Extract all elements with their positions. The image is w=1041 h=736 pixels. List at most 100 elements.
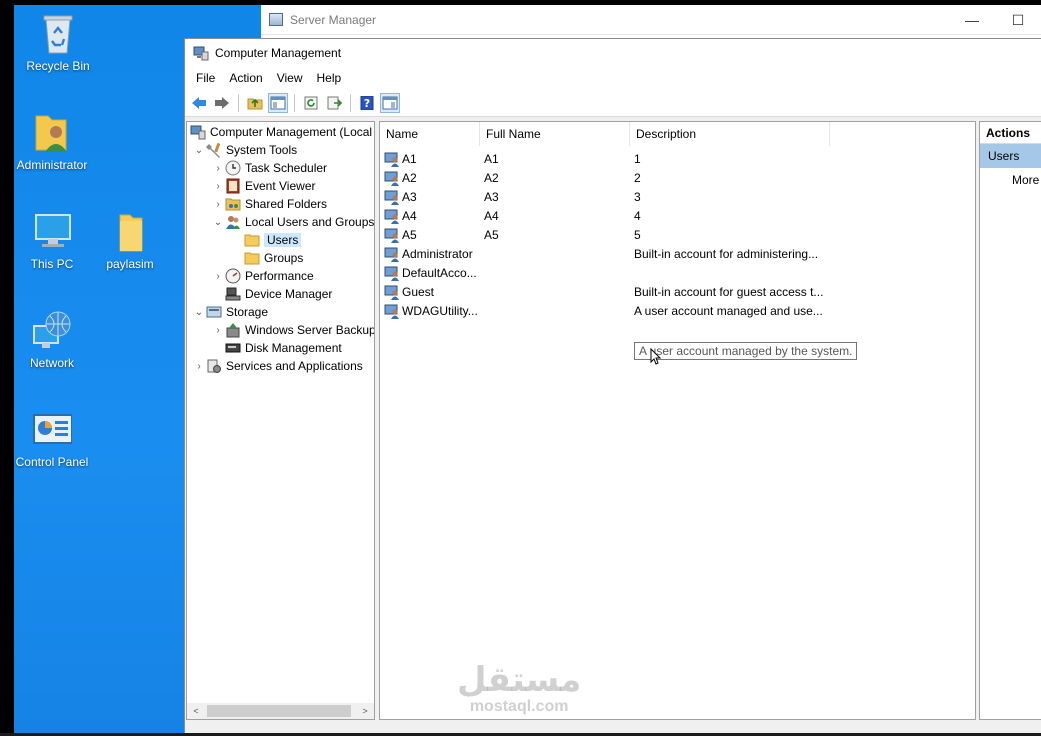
computer-management-icon xyxy=(190,124,206,140)
panes: Computer Management (Local ⌄ System Tool… xyxy=(185,119,1041,734)
tree-item-shared-folders[interactable]: › Shared Folders xyxy=(211,195,327,213)
scroll-left-arrow[interactable]: < xyxy=(189,706,203,716)
tree-item-system-tools[interactable]: ⌄ System Tools xyxy=(192,141,297,159)
desktop-icon-network[interactable]: Network xyxy=(12,308,92,370)
desktop-icon-label: This PC xyxy=(30,257,74,271)
menu-view[interactable]: View xyxy=(270,71,310,85)
cell-description: Built-in account for administering... xyxy=(634,246,819,261)
tree-item-performance[interactable]: › Performance xyxy=(211,267,314,285)
services-icon xyxy=(206,358,222,374)
user-account-icon xyxy=(384,170,400,186)
tree-item-label: Computer Management (Local xyxy=(210,125,373,139)
tree-horizontal-scrollbar[interactable]: < > xyxy=(186,703,375,720)
table-row[interactable]: A5 A5 5 xyxy=(384,225,834,244)
maximize-button[interactable]: ☐ xyxy=(995,5,1041,35)
scroll-right-arrow[interactable]: > xyxy=(358,706,372,716)
table-row[interactable]: A4 A4 4 xyxy=(384,206,834,225)
table-row[interactable]: DefaultAcco... xyxy=(384,263,834,282)
cell-name: A5 xyxy=(402,227,417,242)
tree-item-task-scheduler[interactable]: › Task Scheduler xyxy=(211,159,327,177)
tree-item-windows-server-backup[interactable]: › Windows Server Backup xyxy=(211,321,374,339)
desktop-icon-administrator[interactable]: Administrator xyxy=(12,110,92,172)
tree-item-label: Shared Folders xyxy=(245,197,328,211)
desktop-icon-this-pc[interactable]: This PC xyxy=(12,209,92,271)
cell-name: Administrator xyxy=(402,246,473,261)
list-header: Name Full Name Description xyxy=(380,121,975,146)
forward-arrow-icon[interactable] xyxy=(212,93,232,113)
computer-icon xyxy=(32,209,72,253)
cell-name: DefaultAcco... xyxy=(402,265,477,280)
users-list-pane: Name Full Name Description A1 A1 1 A2 A2 2 A3 A… xyxy=(379,121,976,720)
svg-text:?: ? xyxy=(364,97,370,110)
user-account-icon xyxy=(384,208,400,224)
server-manager-icon xyxy=(269,13,283,26)
menu-action[interactable]: Action xyxy=(222,71,269,85)
export-list-icon[interactable] xyxy=(324,93,344,113)
show-hide-tree-icon[interactable] xyxy=(268,92,288,113)
tree-item-computer-management[interactable]: Computer Management (Local xyxy=(190,123,372,141)
cell-name: A4 xyxy=(402,208,417,223)
desktop-icon-control-panel[interactable]: Control Panel xyxy=(12,407,92,469)
table-row[interactable]: Administrator Built-in account for admini… xyxy=(384,244,834,263)
column-header-description[interactable]: Description xyxy=(630,121,830,146)
menu-file[interactable]: File xyxy=(189,71,222,85)
tree-item-local-users-groups[interactable]: ⌄ Local Users and Groups xyxy=(211,213,374,231)
window-controls: — ☐ xyxy=(949,5,1041,35)
desktop-icon-label: Recycle Bin xyxy=(26,59,90,73)
desktop-icon-paylasim[interactable]: paylasim xyxy=(90,209,170,271)
menu-help[interactable]: Help xyxy=(310,71,349,85)
desktop-icon-label: Control Panel xyxy=(15,455,89,469)
minimize-button[interactable]: — xyxy=(949,5,995,35)
back-arrow-icon[interactable] xyxy=(189,93,209,113)
cell-description: A user account managed and use... xyxy=(634,303,823,318)
tree-item-services-applications[interactable]: › Services and Applications xyxy=(192,357,363,375)
chevron-right-icon[interactable]: › xyxy=(211,325,225,336)
cell-name: A3 xyxy=(402,189,417,204)
chevron-down-icon[interactable]: ⌄ xyxy=(211,217,225,228)
tree-item-users[interactable]: Users xyxy=(244,231,302,249)
table-row[interactable]: A3 A3 3 xyxy=(384,187,834,206)
cell-full-name: A2 xyxy=(484,170,499,185)
table-row[interactable]: Guest Built-in account for guest access t… xyxy=(384,282,834,301)
table-row[interactable]: WDAGUtility... A user account managed and… xyxy=(384,301,834,320)
actions-more[interactable]: More xyxy=(980,168,1041,192)
description-tooltip: A user account managed by the system. xyxy=(634,342,858,360)
chevron-right-icon[interactable]: › xyxy=(211,271,225,282)
tree-item-label: Event Viewer xyxy=(245,179,316,193)
tree-item-groups[interactable]: Groups xyxy=(244,249,303,267)
tree-item-device-manager[interactable]: Device Manager xyxy=(225,285,332,303)
up-folder-icon[interactable] xyxy=(245,93,265,113)
actions-section-users[interactable]: Users xyxy=(980,144,1041,168)
refresh-icon[interactable] xyxy=(301,93,321,113)
computer-management-icon xyxy=(193,46,209,61)
tree-item-storage[interactable]: ⌄ Storage xyxy=(192,303,268,321)
chevron-right-icon[interactable]: › xyxy=(211,163,225,174)
folder-icon xyxy=(244,232,260,248)
mouse-cursor-icon xyxy=(650,347,662,366)
desktop-icon-recycle-bin[interactable]: Recycle Bin xyxy=(18,11,98,73)
column-header-full-name[interactable]: Full Name xyxy=(480,121,630,146)
help-icon[interactable]: ? xyxy=(357,93,377,113)
chevron-down-icon[interactable]: ⌄ xyxy=(192,307,206,318)
device-manager-icon xyxy=(225,286,241,302)
table-row[interactable]: A2 A2 2 xyxy=(384,168,834,187)
cell-name: Guest xyxy=(402,284,435,299)
chevron-right-icon[interactable]: › xyxy=(192,361,206,372)
server-manager-titlebar[interactable]: Server Manager xyxy=(261,5,1041,35)
recycle-bin-icon xyxy=(38,11,78,55)
folder-icon xyxy=(244,250,260,266)
chevron-right-icon[interactable]: › xyxy=(211,181,225,192)
chevron-down-icon[interactable]: ⌄ xyxy=(192,145,206,156)
show-action-pane-icon[interactable] xyxy=(380,92,400,113)
column-header-name[interactable]: Name xyxy=(380,121,480,146)
tree-item-label: System Tools xyxy=(226,143,298,157)
performance-icon xyxy=(225,268,241,284)
scrollbar-thumb[interactable] xyxy=(207,705,351,717)
table-row[interactable]: A1 A1 1 xyxy=(384,149,834,168)
tree-item-disk-management[interactable]: Disk Management xyxy=(225,339,342,357)
chevron-right-icon[interactable]: › xyxy=(211,199,225,210)
tree-item-label: Services and Applications xyxy=(226,359,363,373)
computer-management-titlebar[interactable]: Computer Management xyxy=(185,39,1041,67)
user-account-icon xyxy=(384,284,400,300)
tree-item-event-viewer[interactable]: › Event Viewer xyxy=(211,177,315,195)
